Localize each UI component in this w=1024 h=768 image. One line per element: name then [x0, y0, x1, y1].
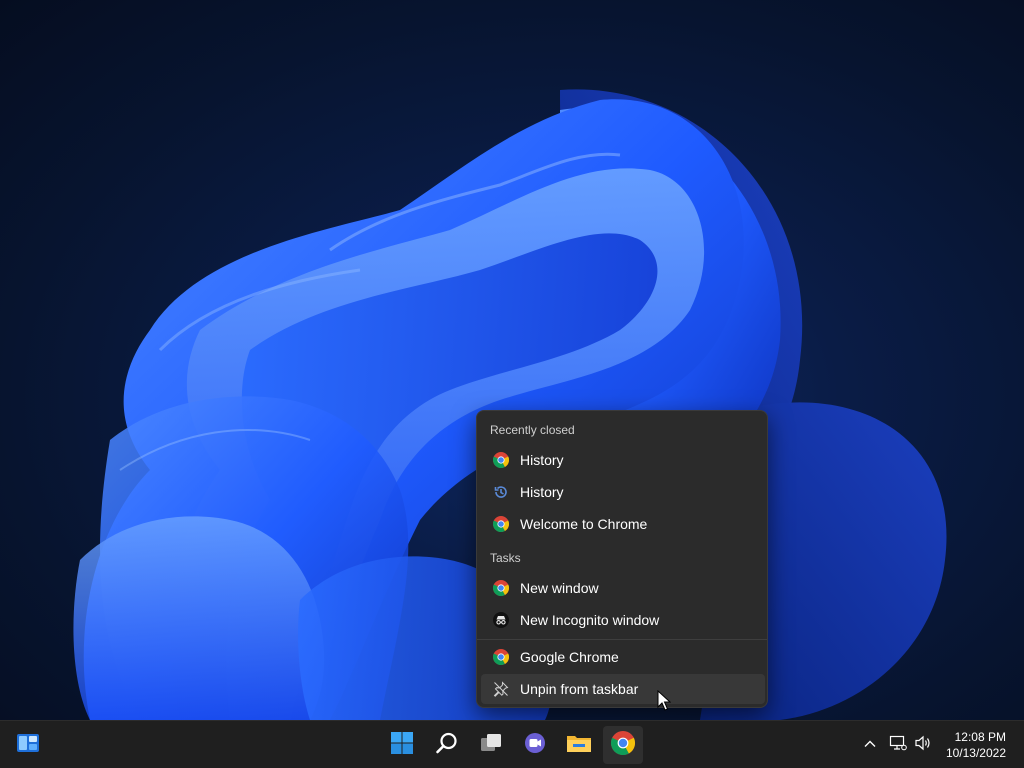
jump-list-item-label: Welcome to Chrome: [520, 516, 648, 532]
folder-icon: [566, 731, 592, 759]
taskbar: 12:08 PM 10/13/2022: [0, 720, 1024, 768]
jump-list-item-unpin-from-taskbar[interactable]: Unpin from taskbar: [481, 674, 765, 704]
jump-list-divider: [477, 639, 767, 640]
volume-button[interactable]: [911, 733, 935, 757]
jump-list-item-label: History: [520, 452, 564, 468]
chat-icon: [523, 731, 547, 759]
file-explorer-button[interactable]: [559, 726, 599, 764]
chrome-icon: [610, 731, 636, 759]
history-clock-icon: [491, 482, 511, 502]
jump-list-item-new-window[interactable]: New window: [481, 573, 765, 603]
search-icon: [435, 731, 459, 759]
jump-list-item-history-2[interactable]: History: [481, 477, 765, 507]
chrome-taskbar-button[interactable]: [603, 726, 643, 764]
chrome-icon: [491, 578, 511, 598]
clock[interactable]: 12:08 PM 10/13/2022: [946, 729, 1006, 761]
mouse-pointer-icon: [657, 689, 672, 716]
search-button[interactable]: [427, 726, 467, 764]
chrome-icon: [491, 647, 511, 667]
chrome-icon: [491, 450, 511, 470]
jump-list-item-google-chrome[interactable]: Google Chrome: [481, 642, 765, 672]
task-view-icon: [479, 731, 503, 759]
jump-list-item-label: New Incognito window: [520, 612, 660, 628]
chat-button[interactable]: [515, 726, 555, 764]
desktop[interactable]: Recently closed History History Welcome …: [0, 0, 1024, 720]
recently-closed-header: Recently closed: [490, 423, 575, 437]
jump-list-item-label: Unpin from taskbar: [520, 681, 639, 697]
jump-list-item-welcome-to-chrome[interactable]: Welcome to Chrome: [481, 509, 765, 539]
tasks-header: Tasks: [490, 551, 521, 565]
network-icon: [889, 735, 907, 755]
clock-time: 12:08 PM: [954, 730, 1006, 744]
clock-date: 10/13/2022: [945, 746, 1006, 760]
start-button[interactable]: [382, 726, 422, 764]
network-button[interactable]: [886, 733, 910, 757]
jump-list-item-label: History: [520, 484, 564, 500]
incognito-icon: [491, 610, 511, 630]
chevron-up-icon: [863, 736, 877, 755]
chrome-jump-list: Recently closed History History Welcome …: [476, 410, 768, 708]
jump-list-item-history-1[interactable]: History: [481, 445, 765, 475]
jump-list-item-label: Google Chrome: [520, 649, 619, 665]
show-hidden-icons-button[interactable]: [858, 733, 882, 757]
speaker-icon: [914, 735, 932, 755]
unpin-icon: [491, 679, 511, 699]
widgets-button[interactable]: [8, 726, 48, 764]
jump-list-item-label: New window: [520, 580, 599, 596]
jump-list-item-new-incognito-window[interactable]: New Incognito window: [481, 605, 765, 635]
widgets-icon: [16, 731, 40, 759]
windows-start-icon: [390, 731, 414, 759]
task-view-button[interactable]: [471, 726, 511, 764]
chrome-icon: [491, 514, 511, 534]
